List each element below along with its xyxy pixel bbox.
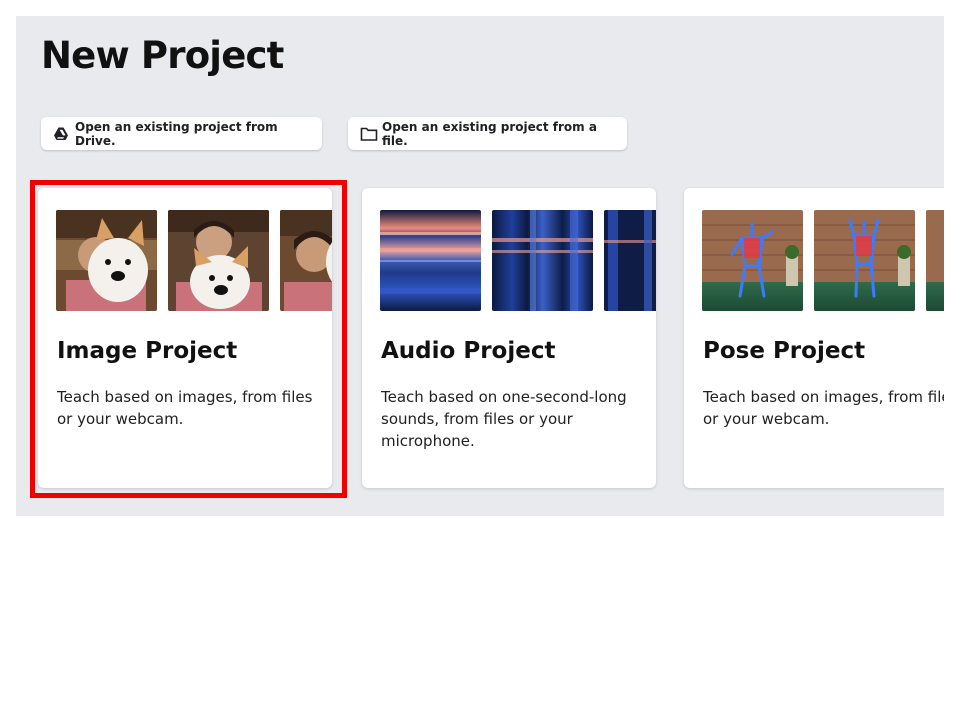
page-title: New Project	[41, 34, 284, 77]
pose-project-description: Teach based on images, from files or you…	[703, 388, 944, 428]
pose-thumbnail	[926, 210, 944, 311]
open-from-file-button[interactable]: Open an existing project from a file.	[348, 117, 627, 150]
new-project-panel: New Project Open an existing project fro…	[16, 16, 944, 516]
image-thumbnail	[280, 210, 332, 311]
open-from-file-label: Open an existing project from a file.	[382, 119, 597, 148]
image-thumbnail	[56, 210, 157, 311]
pose-thumbnail	[702, 210, 803, 311]
spectrogram-thumbnail	[492, 210, 593, 311]
image-project-title: Image Project	[57, 338, 238, 364]
audio-project-thumbnails	[380, 210, 656, 312]
spectrogram-thumbnail	[380, 210, 481, 311]
audio-project-card[interactable]: Audio Project Teach based on one-second-…	[362, 188, 656, 488]
pose-project-title: Pose Project	[703, 338, 866, 364]
folder-icon	[360, 126, 378, 142]
open-from-drive-label: Open an existing project from Drive.	[75, 119, 278, 148]
image-project-thumbnails	[56, 210, 332, 312]
pose-project-thumbnails	[702, 210, 944, 312]
pose-project-card[interactable]: Pose Project Teach based on images, from…	[684, 188, 944, 488]
image-project-card[interactable]: Image Project Teach based on images, fro…	[38, 188, 332, 488]
pose-thumbnail	[814, 210, 915, 311]
google-drive-icon	[53, 126, 69, 142]
audio-project-title: Audio Project	[381, 338, 556, 364]
open-from-drive-button[interactable]: Open an existing project from Drive.	[41, 117, 322, 150]
image-project-description: Teach based on images, from files or you…	[57, 388, 313, 428]
image-thumbnail	[168, 210, 269, 311]
audio-project-description: Teach based on one-second-long sounds, f…	[381, 388, 627, 450]
spectrogram-thumbnail	[604, 210, 656, 311]
